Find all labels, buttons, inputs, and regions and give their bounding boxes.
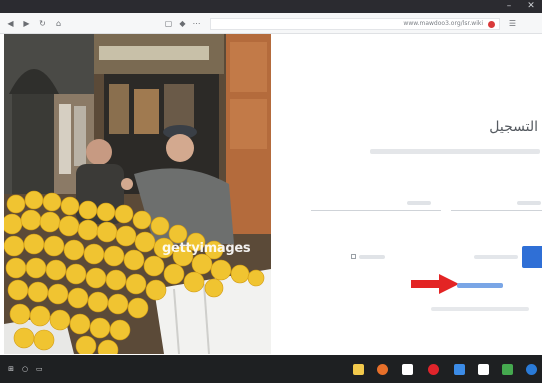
red-arrow-annotation xyxy=(411,274,459,294)
remember-me-label xyxy=(359,255,385,259)
start-icon[interactable]: ⊞ xyxy=(8,366,14,373)
bookmark-icon[interactable] xyxy=(488,21,495,28)
media-icon[interactable] xyxy=(502,364,513,375)
back-icon[interactable]: ◀ xyxy=(6,19,15,28)
extensions-icon[interactable]: ☰ xyxy=(508,19,517,28)
username-field[interactable] xyxy=(451,210,542,211)
opera-icon[interactable] xyxy=(428,364,439,375)
firefox-icon[interactable] xyxy=(377,364,388,375)
forgot-password-link[interactable] xyxy=(474,255,518,259)
close-button[interactable]: ✕ xyxy=(522,0,540,13)
files-icon[interactable] xyxy=(402,364,413,375)
browser-toolbar: ◀ ▶ ↻ ⌂ ▢ ◆ ⋯ www.mawdoo3.org/lsr.wiki ☰ xyxy=(0,13,542,34)
file-explorer-icon[interactable] xyxy=(353,364,364,375)
home-icon[interactable]: ⌂ xyxy=(54,19,63,28)
login-button[interactable] xyxy=(522,246,542,268)
password-label xyxy=(407,201,431,205)
login-panel: التسجيل xyxy=(271,34,542,354)
photos-icon[interactable] xyxy=(454,364,465,375)
footer-note xyxy=(431,307,529,311)
task-view-icon[interactable]: ▭ xyxy=(36,366,43,373)
app-icon[interactable] xyxy=(526,364,537,375)
menu-dots-icon[interactable]: ⋯ xyxy=(192,19,201,28)
address-url: www.mawdoo3.org/lsr.wiki xyxy=(403,20,483,27)
password-field[interactable] xyxy=(311,210,441,211)
watermark-text: gettyimages xyxy=(162,241,251,256)
window-title-bar: – ✕ xyxy=(0,0,542,13)
minimize-button[interactable]: – xyxy=(500,0,518,13)
remember-me-checkbox[interactable] xyxy=(351,254,356,259)
taskbar: ⊞ ○ ▭ xyxy=(0,355,542,383)
username-label xyxy=(517,201,541,205)
screen: – ✕ ◀ ▶ ↻ ⌂ ▢ ◆ ⋯ www.mawdoo3.org/lsr.wi… xyxy=(0,0,542,383)
hero-photo: gettyimages xyxy=(4,34,271,354)
search-icon[interactable]: ○ xyxy=(22,366,28,373)
new-tab-icon[interactable]: ▢ xyxy=(164,19,173,28)
market-scene-image xyxy=(4,34,271,354)
mail-icon[interactable] xyxy=(478,364,489,375)
reload-icon[interactable]: ↻ xyxy=(38,19,47,28)
login-subtitle xyxy=(370,149,540,154)
register-link[interactable] xyxy=(457,283,503,288)
login-heading: التسجيل xyxy=(489,119,538,135)
forward-icon[interactable]: ▶ xyxy=(22,19,31,28)
address-bar[interactable]: www.mawdoo3.org/lsr.wiki xyxy=(210,18,500,30)
shield-icon[interactable]: ◆ xyxy=(178,19,187,28)
